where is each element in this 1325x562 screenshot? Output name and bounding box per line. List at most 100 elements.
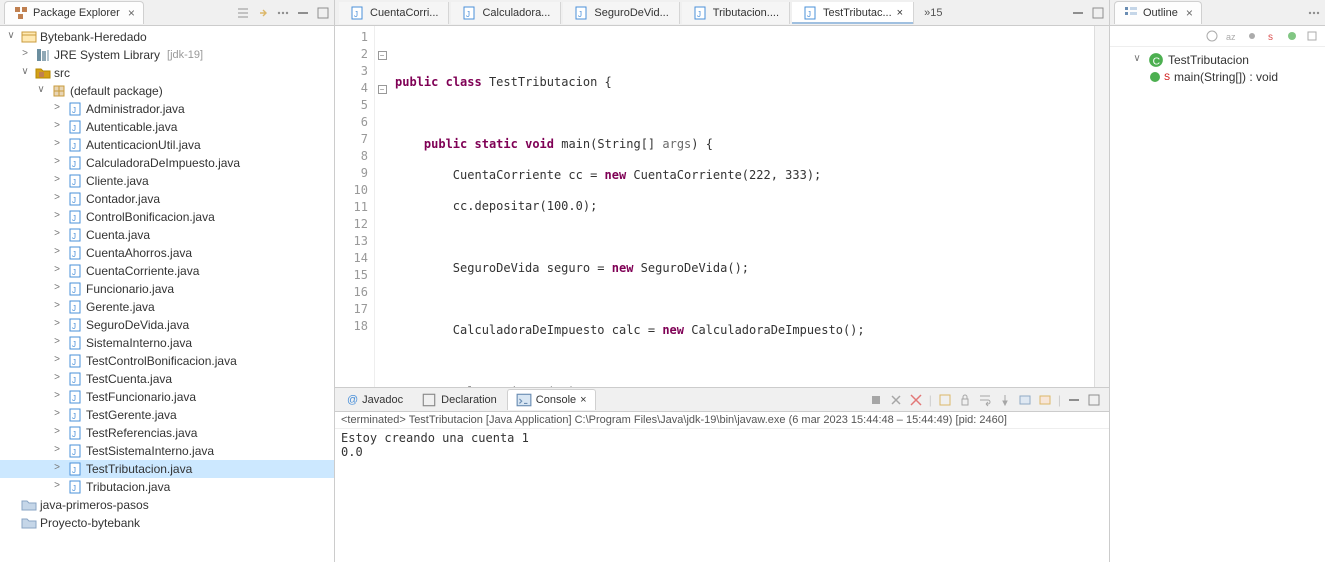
twisty-icon[interactable] bbox=[50, 138, 64, 152]
terminate-icon[interactable] bbox=[869, 393, 883, 407]
minimize-icon[interactable] bbox=[1071, 6, 1085, 20]
view-menu-icon[interactable] bbox=[276, 6, 290, 20]
file-node[interactable]: JCliente.java bbox=[0, 172, 334, 190]
sort-icon[interactable]: az bbox=[1225, 29, 1239, 43]
src-node[interactable]: src bbox=[0, 64, 334, 82]
file-node[interactable]: JTestFuncionario.java bbox=[0, 388, 334, 406]
twisty-icon[interactable] bbox=[50, 120, 64, 134]
twisty-icon[interactable] bbox=[50, 156, 64, 170]
project-node[interactable]: Bytebank-Heredado bbox=[0, 28, 334, 46]
file-node[interactable]: JCuentaAhorros.java bbox=[0, 244, 334, 262]
file-node[interactable]: JTestTributacion.java bbox=[0, 460, 334, 478]
editor-tab[interactable]: JCuentaCorri... bbox=[339, 2, 449, 24]
console-tab[interactable]: Console× bbox=[507, 389, 596, 410]
close-icon[interactable]: × bbox=[1186, 6, 1193, 20]
file-node[interactable]: JSeguroDeVida.java bbox=[0, 316, 334, 334]
outline-tab[interactable]: Outline × bbox=[1114, 1, 1202, 24]
closed-project-node[interactable]: Proyecto-bytebank bbox=[0, 514, 334, 532]
twisty-icon[interactable] bbox=[50, 336, 64, 350]
display-selected-icon[interactable] bbox=[1018, 393, 1032, 407]
twisty-icon[interactable] bbox=[50, 210, 64, 224]
jre-node[interactable]: JRE System Library [jdk-19] bbox=[0, 46, 334, 64]
fold-toggle-icon[interactable]: − bbox=[378, 85, 387, 94]
twisty-icon[interactable] bbox=[50, 480, 64, 494]
view-menu-icon[interactable] bbox=[1307, 6, 1321, 20]
file-node[interactable]: JCuentaCorriente.java bbox=[0, 262, 334, 280]
hide-fields-icon[interactable] bbox=[1245, 29, 1259, 43]
maximize-icon[interactable] bbox=[316, 6, 330, 20]
close-icon[interactable]: × bbox=[128, 6, 135, 20]
editor-tab[interactable]: JCalculadora... bbox=[451, 2, 561, 24]
twisty-icon[interactable] bbox=[50, 174, 64, 188]
code-text[interactable]: public class TestTributacion { public st… bbox=[389, 26, 1094, 387]
collapse-all-icon[interactable] bbox=[236, 6, 250, 20]
twisty-icon[interactable] bbox=[50, 228, 64, 242]
twisty-icon[interactable] bbox=[50, 318, 64, 332]
maximize-icon[interactable] bbox=[1087, 393, 1101, 407]
editor-tab[interactable]: JSeguroDeVid... bbox=[563, 2, 679, 24]
hide-nonpublic-icon[interactable] bbox=[1285, 29, 1299, 43]
twisty-icon[interactable] bbox=[50, 390, 64, 404]
twisty-icon[interactable] bbox=[50, 408, 64, 422]
twisty-icon[interactable] bbox=[34, 84, 48, 98]
fold-toggle-icon[interactable]: − bbox=[378, 51, 387, 60]
file-node[interactable]: JGerente.java bbox=[0, 298, 334, 316]
file-node[interactable]: JTestReferencias.java bbox=[0, 424, 334, 442]
file-node[interactable]: JTestControlBonificacion.java bbox=[0, 352, 334, 370]
twisty-icon[interactable] bbox=[50, 426, 64, 440]
editor-tab-active[interactable]: JTestTributac...× bbox=[792, 2, 914, 24]
twisty-icon[interactable] bbox=[50, 354, 64, 368]
file-node[interactable]: JCalculadoraDeImpuesto.java bbox=[0, 154, 334, 172]
declaration-tab[interactable]: Declaration bbox=[413, 390, 505, 410]
twisty-icon[interactable] bbox=[50, 300, 64, 314]
file-node[interactable]: JTestSistemaInterno.java bbox=[0, 442, 334, 460]
twisty-icon[interactable] bbox=[18, 48, 32, 62]
minimize-icon[interactable] bbox=[296, 6, 310, 20]
twisty-icon[interactable] bbox=[4, 30, 18, 44]
tab-overflow-indicator[interactable]: »15 bbox=[924, 7, 942, 19]
clear-console-icon[interactable] bbox=[938, 393, 952, 407]
scroll-lock-icon[interactable] bbox=[958, 393, 972, 407]
twisty-icon[interactable] bbox=[50, 264, 64, 278]
default-package-node[interactable]: (default package) bbox=[0, 82, 334, 100]
remove-launch-icon[interactable] bbox=[889, 393, 903, 407]
outline-class-node[interactable]: C TestTributacion bbox=[1114, 51, 1321, 69]
twisty-icon[interactable] bbox=[18, 66, 32, 80]
closed-project-node[interactable]: java-primeros-pasos bbox=[0, 496, 334, 514]
minimize-icon[interactable] bbox=[1067, 393, 1081, 407]
twisty-icon[interactable] bbox=[50, 102, 64, 116]
file-node[interactable]: JTestCuenta.java bbox=[0, 370, 334, 388]
maximize-icon[interactable] bbox=[1091, 6, 1105, 20]
twisty-icon[interactable] bbox=[50, 282, 64, 296]
open-console-icon[interactable] bbox=[1038, 393, 1052, 407]
pin-console-icon[interactable] bbox=[998, 393, 1012, 407]
file-node[interactable]: JTributacion.java bbox=[0, 478, 334, 496]
twisty-icon[interactable] bbox=[1130, 53, 1144, 67]
vertical-scrollbar[interactable] bbox=[1094, 26, 1109, 387]
twisty-icon[interactable] bbox=[50, 246, 64, 260]
hide-local-icon[interactable] bbox=[1305, 29, 1319, 43]
file-node[interactable]: JCuenta.java bbox=[0, 226, 334, 244]
focus-icon[interactable] bbox=[1205, 29, 1219, 43]
twisty-icon[interactable] bbox=[50, 192, 64, 206]
file-node[interactable]: JControlBonificacion.java bbox=[0, 208, 334, 226]
outline-method-node[interactable]: S main(String[]) : void bbox=[1114, 69, 1321, 85]
twisty-icon[interactable] bbox=[50, 444, 64, 458]
file-node[interactable]: JFuncionario.java bbox=[0, 280, 334, 298]
file-node[interactable]: JContador.java bbox=[0, 190, 334, 208]
javadoc-tab[interactable]: @Javadoc bbox=[339, 392, 411, 408]
file-node[interactable]: JAutenticacionUtil.java bbox=[0, 136, 334, 154]
twisty-icon[interactable] bbox=[50, 372, 64, 386]
close-icon[interactable]: × bbox=[580, 394, 586, 406]
link-editor-icon[interactable] bbox=[256, 6, 270, 20]
file-node[interactable]: JSistemaInterno.java bbox=[0, 334, 334, 352]
word-wrap-icon[interactable] bbox=[978, 393, 992, 407]
close-icon[interactable]: × bbox=[897, 7, 903, 19]
file-node[interactable]: JAdministrador.java bbox=[0, 100, 334, 118]
file-node[interactable]: JAutenticable.java bbox=[0, 118, 334, 136]
file-node[interactable]: JTestGerente.java bbox=[0, 406, 334, 424]
hide-static-icon[interactable]: s bbox=[1265, 29, 1279, 43]
editor-tab[interactable]: JTributacion.... bbox=[682, 2, 790, 24]
console-output[interactable]: Estoy creando una cuenta 1 0.0 bbox=[335, 429, 1109, 562]
package-explorer-tab[interactable]: Package Explorer × bbox=[4, 1, 144, 24]
